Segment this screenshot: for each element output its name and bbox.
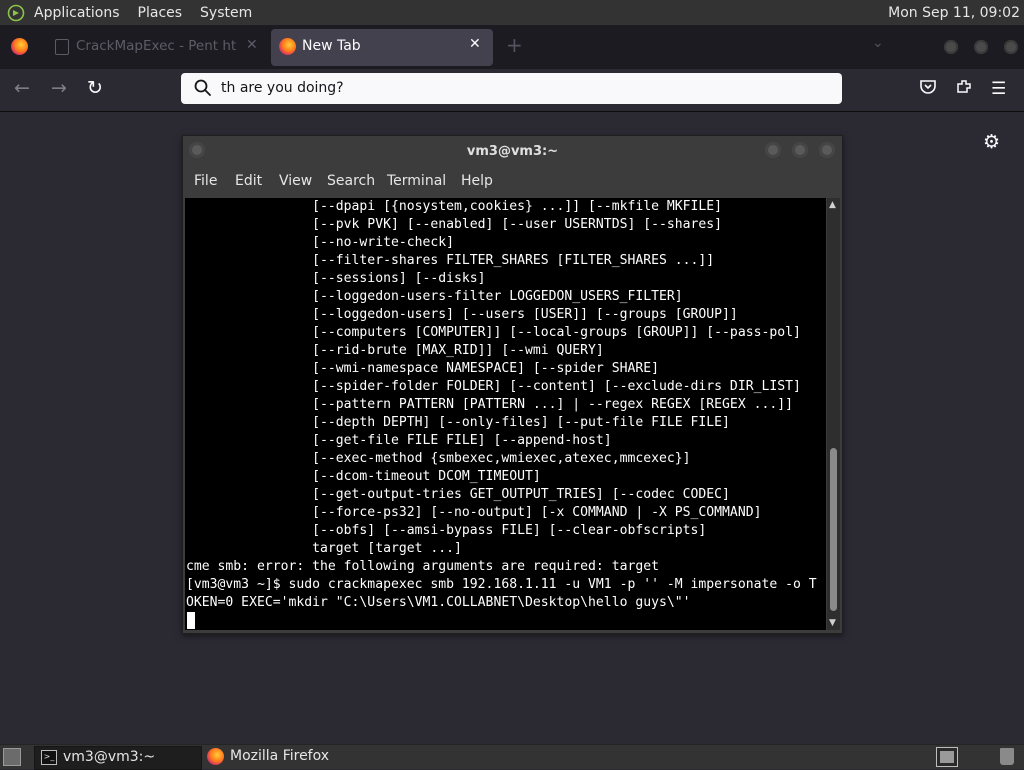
taskbar-item-label: Mozilla Firefox xyxy=(230,748,330,764)
menu-file[interactable]: File xyxy=(194,173,217,189)
maximize-button[interactable] xyxy=(974,40,988,54)
terminal-title: vm3@vm3:~ xyxy=(466,144,559,159)
minimize-button[interactable] xyxy=(944,40,958,54)
tab-close-icon[interactable]: ✕ xyxy=(469,36,481,52)
url-bar[interactable] xyxy=(181,73,842,104)
taskbar-item-label: vm3@vm3:~ xyxy=(63,749,156,765)
taskbar-item-firefox[interactable]: Mozilla Firefox xyxy=(202,746,382,768)
menu-search[interactable]: Search xyxy=(327,173,375,189)
terminal-icon: >_ xyxy=(41,750,57,765)
workspace-switcher[interactable] xyxy=(936,747,958,767)
forward-arrow-icon[interactable]: → xyxy=(51,77,67,99)
list-all-tabs-icon[interactable]: ⌄ xyxy=(872,35,884,51)
tab-title: CrackMapExec - Pent ht xyxy=(76,38,237,54)
applications-menu[interactable]: Applications xyxy=(34,5,120,21)
firefox-view-icon[interactable] xyxy=(11,38,28,55)
menu-edit[interactable]: Edit xyxy=(235,173,262,189)
tab-title: New Tab xyxy=(302,38,361,54)
clock[interactable]: Mon Sep 11, 09:02 xyxy=(888,5,1020,21)
reload-icon[interactable]: ↻ xyxy=(87,77,103,99)
menu-help[interactable]: Help xyxy=(461,173,493,189)
reader-page-icon xyxy=(55,39,69,55)
search-icon xyxy=(193,78,213,102)
terminal-titlebar[interactable]: vm3@vm3:~ xyxy=(183,136,842,168)
menu-terminal[interactable]: Terminal xyxy=(387,173,446,189)
terminal-text: [--dpapi [{nosystem,cookies} ...]] [--mk… xyxy=(186,199,817,610)
text-cursor xyxy=(187,612,195,629)
tab-close-icon[interactable]: ✕ xyxy=(246,37,258,53)
top-panel: Applications Places System Mon Sep 11, 0… xyxy=(0,0,1024,25)
gear-icon[interactable]: ⚙ xyxy=(983,131,1000,153)
scroll-down-arrow-icon[interactable]: ▼ xyxy=(829,618,836,628)
tab-new-tab[interactable]: New Tab ✕ xyxy=(271,29,493,66)
scrollbar-thumb[interactable] xyxy=(830,448,837,611)
back-arrow-icon[interactable]: ← xyxy=(14,77,30,99)
pocket-icon[interactable] xyxy=(919,78,937,100)
terminal-window[interactable]: vm3@vm3:~ File Edit View Search Terminal… xyxy=(182,135,843,634)
terminal-menubar: File Edit View Search Terminal Help xyxy=(183,170,842,196)
close-button[interactable] xyxy=(819,142,835,158)
taskbar-item-terminal[interactable]: >_ vm3@vm3:~ xyxy=(34,746,202,770)
menu-view[interactable]: View xyxy=(279,173,312,189)
close-window-button[interactable] xyxy=(1004,40,1018,54)
url-input[interactable] xyxy=(221,77,821,99)
hamburger-menu-icon[interactable]: ☰ xyxy=(991,79,1006,99)
bottom-taskbar: >_ vm3@vm3:~ Mozilla Firefox xyxy=(0,744,1024,770)
new-tab-icon[interactable]: + xyxy=(506,33,523,57)
distro-logo-icon[interactable] xyxy=(4,0,28,25)
trash-icon[interactable] xyxy=(1000,748,1014,765)
extensions-icon[interactable] xyxy=(955,78,973,100)
maximize-button[interactable] xyxy=(792,142,808,158)
places-menu[interactable]: Places xyxy=(138,5,183,21)
show-desktop-icon[interactable] xyxy=(3,748,21,766)
minimize-button[interactable] xyxy=(765,142,781,158)
terminal-output[interactable]: [--dpapi [{nosystem,cookies} ...]] [--mk… xyxy=(185,198,826,630)
system-menu[interactable]: System xyxy=(200,5,252,21)
scroll-up-arrow-icon[interactable]: ▲ xyxy=(829,200,836,210)
firefox-icon xyxy=(207,748,224,765)
terminal-scrollbar[interactable]: ▲ ▼ xyxy=(827,198,840,630)
firefox-icon xyxy=(279,38,296,55)
tab-crackmapexec[interactable]: CrackMapExec - Pent ht ✕ xyxy=(40,29,268,66)
